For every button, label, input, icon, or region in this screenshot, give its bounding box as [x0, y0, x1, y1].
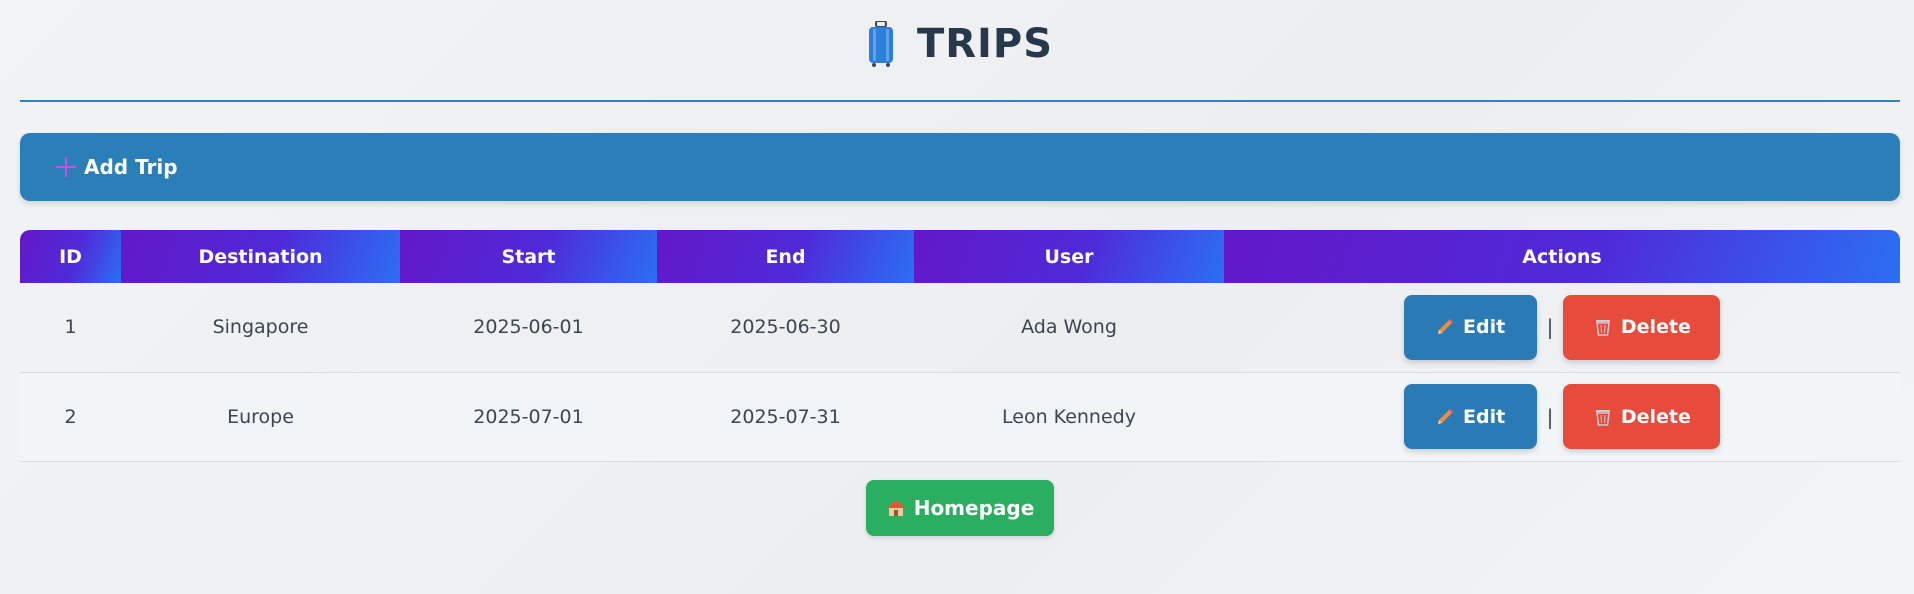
table-header-row: ID Destination Start End User Actions [20, 230, 1900, 283]
edit-button[interactable]: Edit [1403, 384, 1537, 449]
column-header-user: User [914, 230, 1224, 283]
pencil-icon [1435, 407, 1455, 427]
separator: | [1546, 404, 1554, 429]
separator: | [1546, 315, 1554, 340]
homepage-button[interactable]: Homepage [866, 480, 1054, 536]
table-row: 2 Europe 2025-07-01 2025-07-31 Leon Kenn… [20, 372, 1900, 462]
cell-actions: Edit | Delete [1224, 372, 1900, 462]
column-header-id: ID [20, 230, 121, 283]
cell-actions: Edit | Delete [1224, 283, 1900, 373]
trips-table: ID Destination Start End User Actions 1 … [20, 230, 1900, 462]
title-wrap: TRIPS [867, 21, 1053, 67]
plus-icon [56, 157, 76, 177]
row-actions: Edit | Delete [1224, 384, 1900, 449]
cell-user: Leon Kennedy [914, 372, 1224, 462]
delete-button[interactable]: Delete [1563, 294, 1721, 360]
cell-destination: Europe [121, 372, 400, 462]
page-title: TRIPS [916, 21, 1054, 67]
trash-icon [1593, 407, 1613, 427]
cell-start: 2025-06-01 [400, 283, 657, 373]
add-trip-button[interactable]: Add Trip [20, 133, 1900, 201]
homepage-label: Homepage [913, 496, 1035, 520]
page-header: TRIPS [20, 0, 1900, 102]
row-actions: Edit | Delete [1224, 294, 1900, 360]
delete-label: Delete [1620, 316, 1691, 339]
column-header-actions: Actions [1224, 230, 1900, 283]
suitcase-icon [867, 21, 895, 67]
house-icon [886, 498, 906, 518]
pencil-icon [1435, 317, 1455, 337]
trash-icon [1593, 317, 1613, 337]
cell-start: 2025-07-01 [400, 372, 657, 462]
table-row: 1 Singapore 2025-06-01 2025-06-30 Ada Wo… [20, 283, 1900, 373]
cell-id: 2 [20, 372, 121, 462]
add-trip-label: Add Trip [84, 155, 178, 179]
delete-button[interactable]: Delete [1563, 384, 1721, 449]
delete-label: Delete [1620, 405, 1691, 428]
cell-id: 1 [20, 283, 121, 373]
cell-end: 2025-07-31 [657, 372, 914, 462]
column-header-start: Start [400, 230, 657, 283]
column-header-end: End [657, 230, 914, 283]
column-header-destination: Destination [121, 230, 400, 283]
cell-destination: Singapore [121, 283, 400, 373]
edit-label: Edit [1463, 405, 1506, 428]
cell-end: 2025-06-30 [657, 283, 914, 373]
edit-label: Edit [1463, 316, 1506, 339]
cell-user: Ada Wong [914, 283, 1224, 373]
edit-button[interactable]: Edit [1403, 294, 1537, 360]
